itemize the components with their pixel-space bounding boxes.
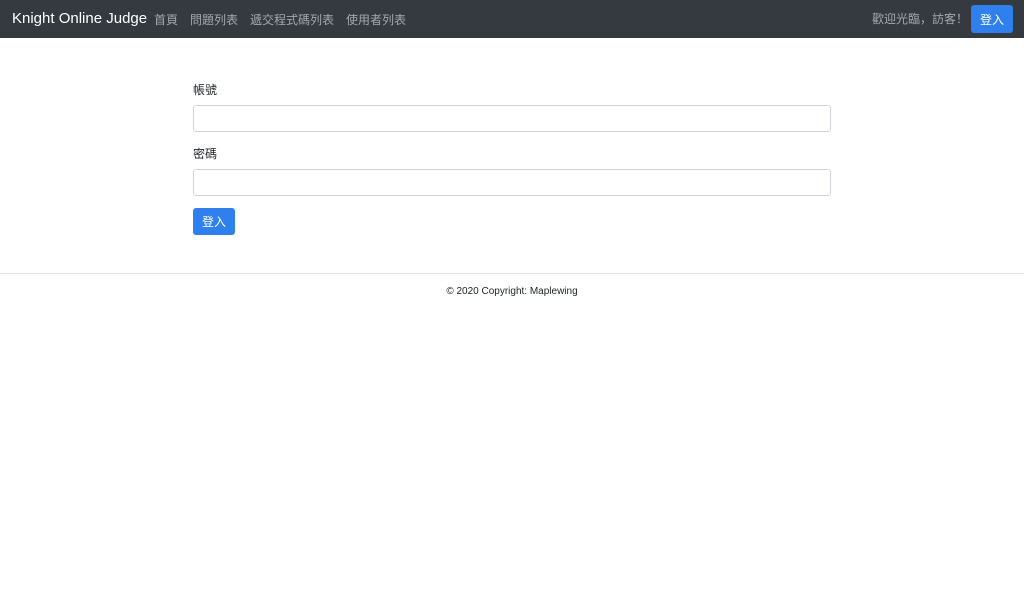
login-submit-button[interactable]: 登入 <box>193 208 235 235</box>
footer-divider <box>0 273 1024 274</box>
password-input[interactable] <box>193 169 831 196</box>
welcome-text: 歡迎光臨，訪客！ <box>871 12 968 26</box>
nav-links: 首頁 問題列表 遞交程式碼列表 使用者列表 <box>154 0 418 38</box>
top-navbar: Knight Online Judge 首頁 問題列表 遞交程式碼列表 使用者列… <box>0 0 1024 38</box>
footer-copyright: © 2020 Copyright: Maplewing <box>446 286 578 297</box>
nav-link-submissions[interactable]: 遞交程式碼列表 <box>250 11 334 28</box>
password-group: 密碼 <box>193 146 831 196</box>
login-form: 帳號 密碼 登入 <box>193 80 831 235</box>
nav-link-home[interactable]: 首頁 <box>154 11 178 28</box>
nav-link-users[interactable]: 使用者列表 <box>346 11 406 28</box>
username-group: 帳號 <box>193 82 831 132</box>
brand-link[interactable]: Knight Online Judge <box>12 0 147 38</box>
username-label: 帳號 <box>193 83 218 97</box>
nav-link-problems[interactable]: 問題列表 <box>190 11 238 28</box>
password-label: 密碼 <box>193 147 218 161</box>
navbar-login-button[interactable]: 登入 <box>971 5 1013 33</box>
username-input[interactable] <box>193 105 831 132</box>
